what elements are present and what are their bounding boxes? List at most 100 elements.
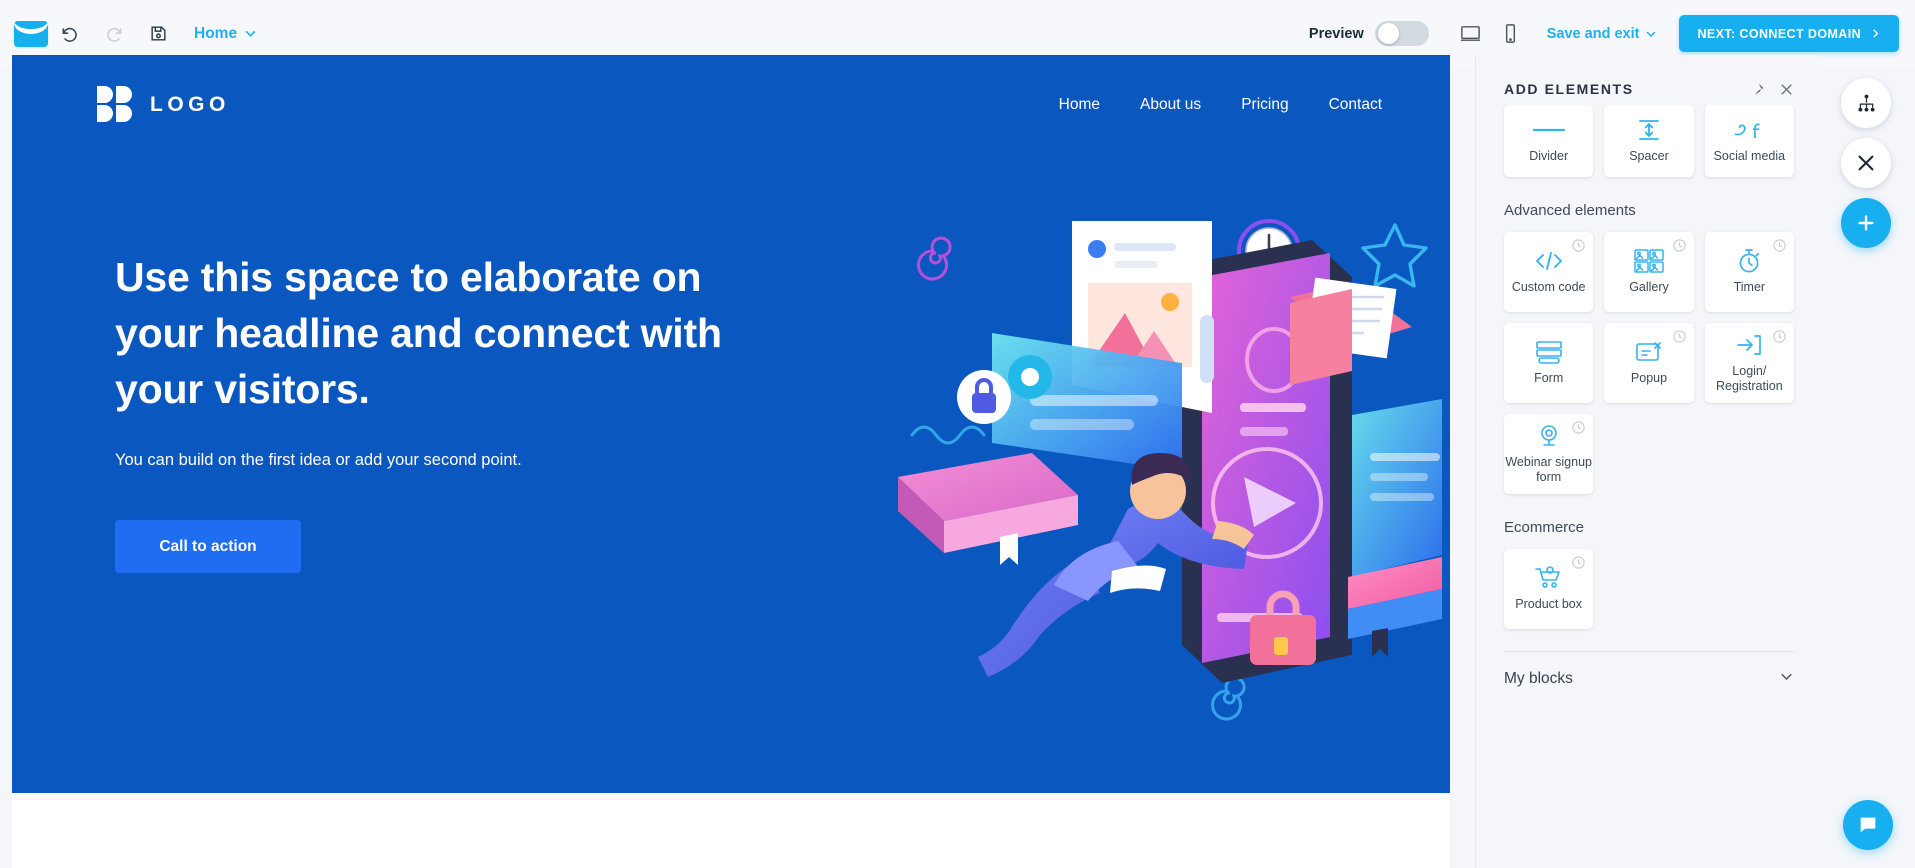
desktop-icon [1461,26,1481,41]
element-card-social-media[interactable]: Social media [1704,105,1794,177]
clock-icon [1572,239,1586,252]
element-label: Webinar signup form [1505,454,1592,484]
element-card-spacer[interactable]: Spacer [1604,105,1694,177]
panel-header: ADD ELEMENTS [1476,55,1820,105]
site-map-button[interactable] [1841,78,1891,128]
website-builder-app: Home Preview Save and exit NEXT: CONNECT… [0,0,1915,868]
spacer-icon [1637,118,1661,142]
element-label: Divider [1529,149,1569,163]
chevron-down-icon [1779,669,1794,689]
element-card-timer[interactable]: Timer [1704,232,1794,312]
element-label: Gallery [1629,280,1669,294]
nav-link-home[interactable]: Home [1059,96,1100,114]
add-element-button[interactable] [1841,198,1891,248]
mail-logo-icon[interactable] [14,20,48,47]
save-and-exit-dropdown[interactable]: Save and exit [1547,26,1658,42]
hero-section[interactable]: LOGO Home About us Pricing Contact Use t… [12,55,1450,793]
close-icon [1781,83,1792,95]
panel-body[interactable]: Divider Spacer Social media Advanced ele… [1476,105,1820,860]
site-logo[interactable]: LOGO [97,86,230,124]
site-nav-links: Home About us Pricing Contact [1059,96,1382,114]
hero-illustration [898,219,1442,721]
social-media-icon [1733,118,1765,142]
close-rail-button[interactable] [1841,138,1891,188]
page-canvas[interactable]: LOGO Home About us Pricing Contact Use t… [12,55,1450,868]
element-label: Timer [1733,280,1766,294]
panel-actions [1750,82,1794,97]
popup-icon [1635,340,1663,364]
logo-text: LOGO [150,93,230,116]
hero-cta-button[interactable]: Call to action [115,520,301,574]
nav-link-about-us[interactable]: About us [1140,96,1201,114]
undo-button[interactable] [48,12,92,56]
hero-headline[interactable]: Use this space to elaborate on your head… [115,250,755,417]
ecommerce-heading: Ecommerce [1504,519,1585,536]
floating-action-rail [1841,78,1893,258]
preview-label: Preview [1308,25,1364,42]
next-button-label: NEXT: CONNECT DOMAIN [1697,26,1861,41]
timer-icon [1737,249,1761,273]
form-icon [1535,340,1563,364]
element-card-product-box[interactable]: Product box [1504,549,1594,629]
close-icon [1858,155,1874,171]
logo-mark-icon [97,86,133,124]
save-floppy-icon [150,26,166,41]
site-header: LOGO Home About us Pricing Contact [12,55,1450,155]
element-label: Social media [1713,149,1786,163]
element-label: Login/ Registration [1715,363,1783,393]
element-label: Spacer [1629,149,1669,163]
element-card-popup[interactable]: Popup [1604,323,1694,403]
nav-link-pricing[interactable]: Pricing [1241,96,1288,114]
toolbar-right-group: Preview Save and exit NEXT: CONNECT DOMA… [1309,14,1915,54]
preview-toggle[interactable] [1374,21,1429,46]
element-card-webinar-signup-form[interactable]: Webinar signup form [1504,414,1594,494]
element-card-divider[interactable]: Divider [1504,105,1594,177]
chat-support-button[interactable] [1843,800,1893,850]
page-selector-dropdown[interactable]: Home [194,25,257,43]
element-card-login-registration[interactable]: Login/ Registration [1704,323,1794,403]
toolbar-left-group: Home [0,12,257,56]
webinar-icon [1537,424,1561,448]
advanced-elements-heading: Advanced elements [1504,202,1636,219]
element-label: Popup [1630,371,1668,385]
hero-subtext[interactable]: You can build on the first idea or add y… [115,451,755,470]
element-label: Product box [1515,597,1583,611]
clock-icon [1672,330,1686,343]
basic-elements-grid: Divider Spacer Social media [1504,105,1794,177]
nav-link-contact[interactable]: Contact [1329,96,1382,114]
ecommerce-elements-grid: Product box [1504,549,1794,629]
cart-icon [1534,566,1563,590]
redo-icon [107,27,122,42]
advanced-elements-grid: Custom code Gallery Timer Form Popup Log… [1504,232,1794,494]
mobile-view-button[interactable] [1491,14,1531,54]
element-card-form[interactable]: Form [1504,323,1594,403]
panel-title: ADD ELEMENTS [1504,81,1634,97]
gallery-icon [1634,249,1664,273]
element-label: Form [1534,371,1564,385]
clock-icon [1572,421,1586,434]
save-button[interactable] [136,12,180,56]
my-blocks-accordion[interactable]: My blocks [1504,652,1794,689]
page-selector-label: Home [194,24,238,42]
desktop-view-button[interactable] [1451,14,1491,54]
plus-icon [1858,215,1874,231]
clock-icon [1672,239,1686,252]
pin-panel-button[interactable] [1750,82,1765,97]
hero-copy-block: Use this space to elaborate on your head… [115,250,755,574]
chevron-right-icon [1873,29,1879,38]
sitemap-icon [1857,94,1875,112]
chat-icon [1860,817,1876,833]
clock-icon [1572,556,1586,569]
undo-icon [62,27,77,42]
chevron-down-icon [1647,31,1656,37]
close-panel-button[interactable] [1779,82,1794,97]
element-card-gallery[interactable]: Gallery [1604,232,1694,312]
my-blocks-label: My blocks [1504,670,1573,687]
element-card-custom-code[interactable]: Custom code [1504,232,1594,312]
clock-icon [1773,330,1786,343]
next-connect-domain-button[interactable]: NEXT: CONNECT DOMAIN [1679,15,1899,52]
pin-icon [1755,82,1764,95]
save-and-exit-label: Save and exit [1546,25,1640,42]
clock-icon [1773,239,1786,252]
redo-button[interactable] [92,12,136,56]
